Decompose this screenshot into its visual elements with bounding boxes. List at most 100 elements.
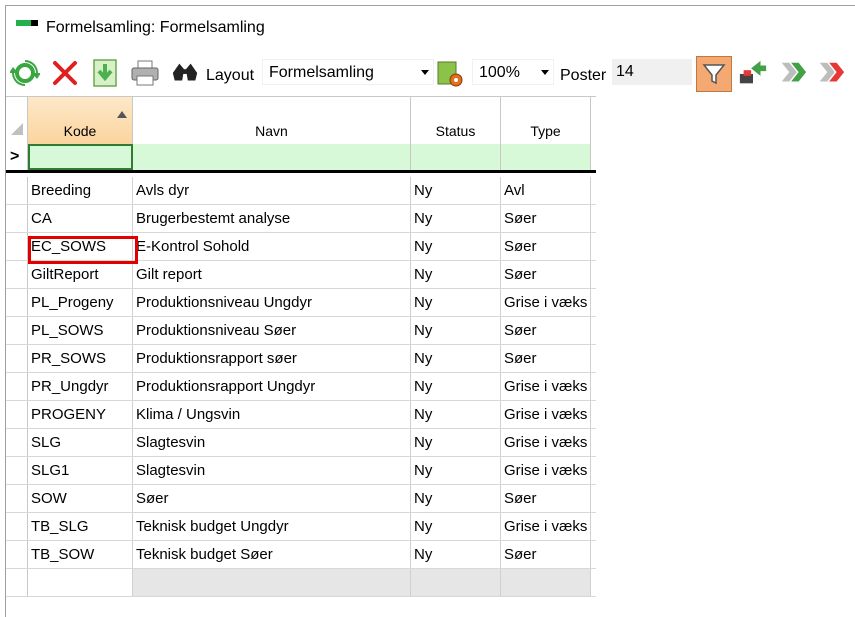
status-cell[interactable]: Ny: [411, 401, 501, 428]
navn-cell[interactable]: Produktionsrapport søer: [133, 345, 411, 372]
kode-cell[interactable]: PR_Ungdyr: [28, 373, 133, 400]
layout-select[interactable]: Formelsamling: [262, 59, 434, 85]
table-row[interactable]: PL_SOWS Produktionsniveau Søer Ny Søer: [6, 317, 596, 345]
status-cell[interactable]: Ny: [411, 373, 501, 400]
column-header-kode[interactable]: Kode: [28, 97, 133, 145]
type-cell[interactable]: Søer: [501, 485, 591, 512]
navn-cell[interactable]: Teknisk budget Ungdyr: [133, 513, 411, 540]
status-cell[interactable]: Ny: [411, 513, 501, 540]
table-row[interactable]: PL_Progeny Produktionsniveau Ungdyr Ny Gris…: [6, 289, 596, 317]
table-row[interactable]: SLG1 Slagtesvin Ny Grise i væks: [6, 457, 596, 485]
type-cell[interactable]: Søer: [501, 261, 591, 288]
delete-icon[interactable]: [50, 58, 80, 88]
type-cell[interactable]: Søer: [501, 205, 591, 232]
column-header-status[interactable]: Status: [411, 97, 501, 145]
status-cell[interactable]: Ny: [411, 485, 501, 512]
table-row[interactable]: SLG Slagtesvin Ny Grise i væks: [6, 429, 596, 457]
new-row-navn-cell[interactable]: [133, 144, 411, 170]
row-header[interactable]: [6, 261, 28, 288]
status-cell[interactable]: Ny: [411, 345, 501, 372]
kode-cell[interactable]: SOW: [28, 485, 133, 512]
status-cell[interactable]: Ny: [411, 205, 501, 232]
navn-cell[interactable]: E-Kontrol Sohold: [133, 233, 411, 260]
table-row[interactable]: EC_SOWS E-Kontrol Sohold Ny Søer: [6, 233, 596, 261]
kode-cell[interactable]: CA: [28, 205, 133, 232]
status-cell[interactable]: Ny: [411, 261, 501, 288]
type-cell[interactable]: Grise i væks: [501, 289, 591, 316]
row-header[interactable]: [6, 177, 28, 204]
table-row[interactable]: PR_SOWS Produktionsrapport søer Ny Søer: [6, 345, 596, 373]
row-header[interactable]: [6, 541, 28, 568]
row-header[interactable]: [6, 485, 28, 512]
kode-cell[interactable]: PROGENY: [28, 401, 133, 428]
status-cell[interactable]: Ny: [411, 317, 501, 344]
grid-corner[interactable]: [6, 97, 28, 145]
kode-cell[interactable]: TB_SOW: [28, 541, 133, 568]
table-row[interactable]: SOW Søer Ny Søer: [6, 485, 596, 513]
status-cell[interactable]: Ny: [411, 177, 501, 204]
print-icon[interactable]: [130, 58, 160, 88]
table-row[interactable]: TB_SOW Teknisk budget Søer Ny Søer: [6, 541, 596, 569]
table-row[interactable]: TB_SLG Teknisk budget Ungdyr Ny Grise i væk…: [6, 513, 596, 541]
row-header[interactable]: [6, 233, 28, 260]
type-cell[interactable]: Grise i væks: [501, 429, 591, 456]
row-header[interactable]: [6, 289, 28, 316]
row-header[interactable]: [6, 429, 28, 456]
kode-cell[interactable]: Breeding: [28, 177, 133, 204]
table-row[interactable]: PR_Ungdyr Produktionsrapport Ungdyr Ny Gris…: [6, 373, 596, 401]
new-row-type-cell[interactable]: [501, 144, 591, 170]
new-row-status-cell[interactable]: [411, 144, 501, 170]
row-header[interactable]: [6, 457, 28, 484]
type-cell[interactable]: Avl: [501, 177, 591, 204]
status-cell[interactable]: Ny: [411, 541, 501, 568]
kode-cell[interactable]: SLG1: [28, 457, 133, 484]
type-cell[interactable]: Grise i væks: [501, 373, 591, 400]
row-header[interactable]: [6, 373, 28, 400]
table-row[interactable]: GiltReport Gilt report Ny Søer: [6, 261, 596, 289]
new-row[interactable]: >: [6, 144, 596, 173]
status-cell[interactable]: Ny: [411, 429, 501, 456]
table-row[interactable]: PROGENY Klima / Ungsvin Ny Grise i væks: [6, 401, 596, 429]
navn-cell[interactable]: Søer: [133, 485, 411, 512]
kode-cell[interactable]: PL_Progeny: [28, 289, 133, 316]
navn-cell[interactable]: Brugerbestemt analyse: [133, 205, 411, 232]
status-cell[interactable]: Ny: [411, 457, 501, 484]
navn-cell[interactable]: Slagtesvin: [133, 429, 411, 456]
flow-back-icon[interactable]: [816, 58, 846, 88]
type-cell[interactable]: Grise i væks: [501, 401, 591, 428]
row-header[interactable]: [6, 401, 28, 428]
column-header-navn[interactable]: Navn: [133, 97, 411, 145]
kode-cell[interactable]: EC_SOWS: [28, 233, 133, 260]
type-cell[interactable]: Søer: [501, 541, 591, 568]
kode-cell[interactable]: SLG: [28, 429, 133, 456]
kode-cell[interactable]: TB_SLG: [28, 513, 133, 540]
status-cell[interactable]: Ny: [411, 289, 501, 316]
navn-cell[interactable]: Produktionsrapport Ungdyr: [133, 373, 411, 400]
zoom-select[interactable]: 100%: [472, 59, 554, 85]
kode-cell[interactable]: PL_SOWS: [28, 317, 133, 344]
filter-button[interactable]: [696, 56, 732, 92]
type-cell[interactable]: Søer: [501, 345, 591, 372]
navn-cell[interactable]: Avls dyr: [133, 177, 411, 204]
navn-cell[interactable]: Slagtesvin: [133, 457, 411, 484]
flow-run-icon[interactable]: [738, 58, 768, 88]
type-cell[interactable]: Grise i væks: [501, 513, 591, 540]
kode-cell[interactable]: GiltReport: [28, 261, 133, 288]
refresh-icon[interactable]: [10, 58, 40, 88]
status-cell[interactable]: Ny: [411, 233, 501, 260]
table-row[interactable]: Breeding Avls dyr Ny Avl: [6, 177, 596, 205]
new-row-kode-input[interactable]: [28, 144, 133, 170]
export-icon[interactable]: [90, 58, 120, 88]
navn-cell[interactable]: Gilt report: [133, 261, 411, 288]
navn-cell[interactable]: Produktionsniveau Søer: [133, 317, 411, 344]
row-header[interactable]: [6, 345, 28, 372]
navn-cell[interactable]: Klima / Ungsvin: [133, 401, 411, 428]
navn-cell[interactable]: Teknisk budget Søer: [133, 541, 411, 568]
row-header[interactable]: [6, 205, 28, 232]
table-row[interactable]: CA Brugerbestemt analyse Ny Søer: [6, 205, 596, 233]
kode-cell[interactable]: PR_SOWS: [28, 345, 133, 372]
row-header[interactable]: [6, 513, 28, 540]
type-cell[interactable]: Søer: [501, 233, 591, 260]
binoculars-icon[interactable]: [170, 58, 200, 88]
navn-cell[interactable]: Produktionsniveau Ungdyr: [133, 289, 411, 316]
